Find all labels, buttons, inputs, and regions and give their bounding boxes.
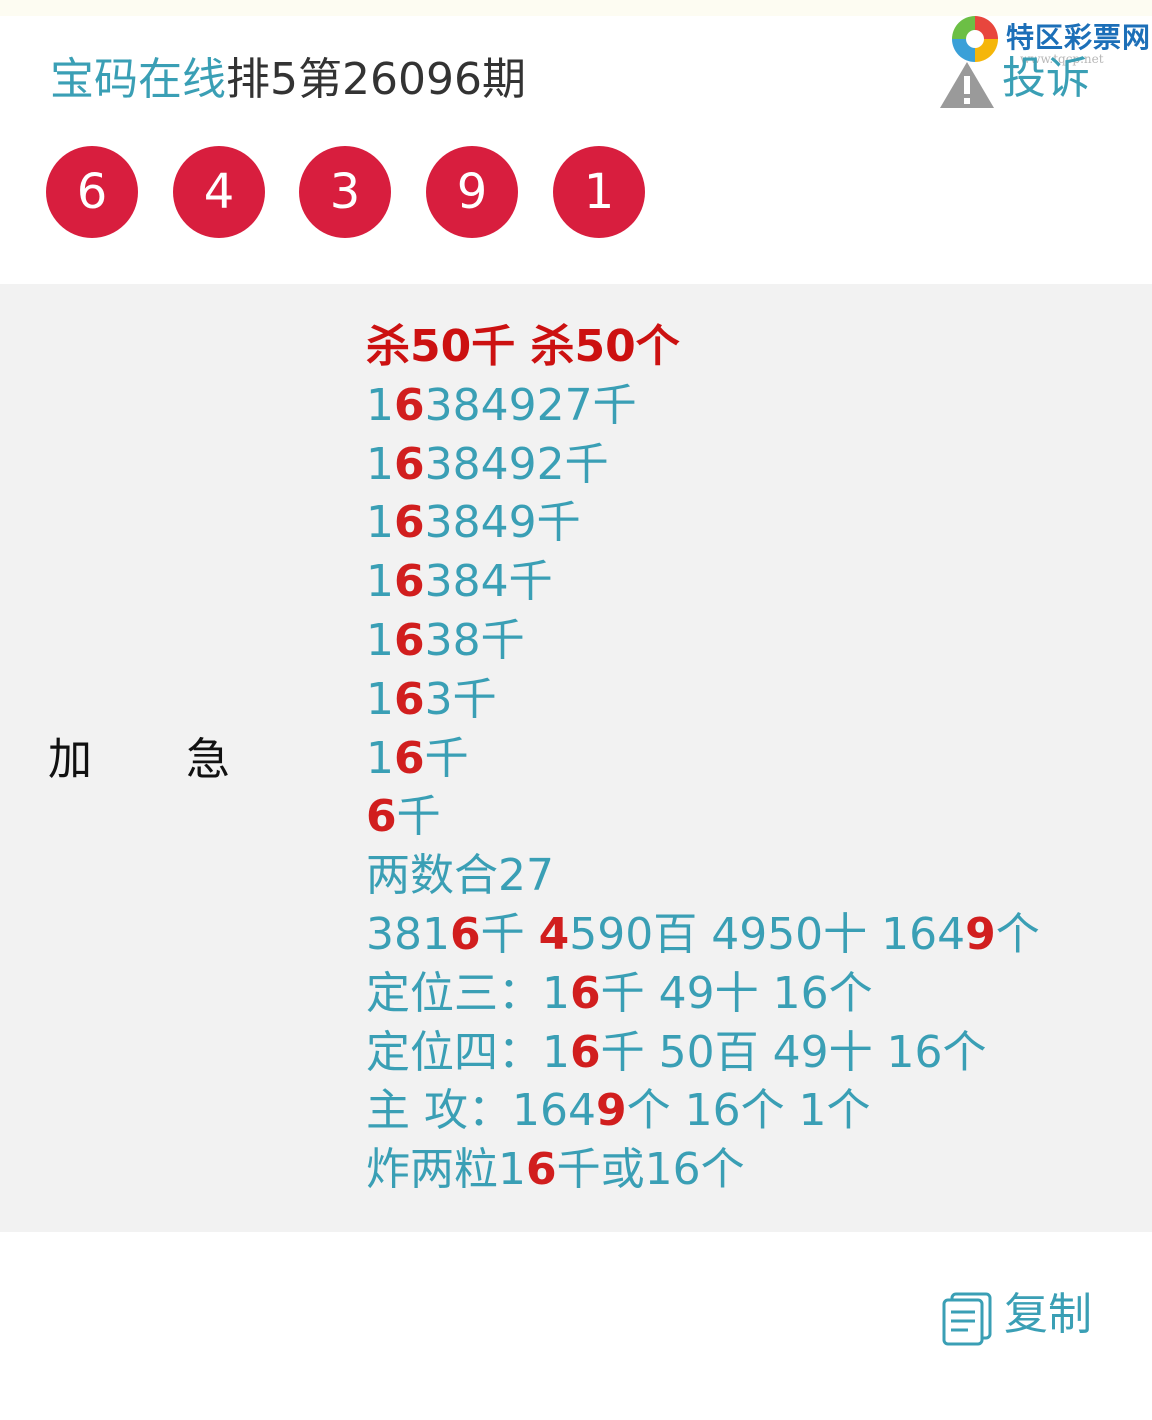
line-text: 38千 <box>424 614 525 666</box>
line-text: 1 <box>366 556 394 608</box>
prediction-line: 163千 <box>366 671 1040 730</box>
hit-digit: 4 <box>538 908 570 960</box>
hit-digit: 6 <box>570 1026 601 1078</box>
line-text: 1 <box>366 379 394 431</box>
prediction-line: 两数合27 <box>366 847 1040 906</box>
line-text: 千 <box>396 791 441 843</box>
line-text: 千 <box>480 908 539 960</box>
line-text: 千 49十 16个 <box>600 967 873 1019</box>
hit-digit: 6 <box>394 556 425 608</box>
line-text: 千 50百 49十 16个 <box>600 1026 987 1078</box>
hit-digit: 6 <box>449 908 481 960</box>
hit-digit: 6 <box>394 379 425 431</box>
prediction-line: 16384927千 <box>366 377 1040 436</box>
prediction-line: 3816千 4590百 4950十 1649个 <box>366 906 1040 965</box>
line-text: 590百 4950十 164 <box>569 908 966 960</box>
line-text: 杀50千 杀50个 <box>366 321 680 372</box>
prediction-panel: 加急 杀50千 杀50个 16384927千 1638492千 163849千 1638… <box>0 284 1152 1232</box>
prediction-line: 定位三：16千 49十 16个 <box>366 965 1040 1024</box>
line-text: 384927千 <box>424 379 637 431</box>
prediction-line: 163849千 <box>366 494 1040 553</box>
prediction-line: 1638千 <box>366 612 1040 671</box>
number-ball: 9 <box>426 146 518 238</box>
line-text: 1 <box>366 497 394 549</box>
line-text: 1 <box>366 673 394 725</box>
section-label-char: 急 <box>186 734 230 785</box>
line-text: 381 <box>366 908 450 960</box>
prediction-line: 定位四：16千 50百 49十 16个 <box>366 1024 1040 1083</box>
prediction-line: 杀50千 杀50个 <box>366 318 1040 377</box>
prediction-line: 1638492千 <box>366 436 1040 495</box>
line-text: 个 16个 1个 <box>626 1085 871 1137</box>
line-text: 3849千 <box>424 497 581 549</box>
copy-icon <box>942 1292 992 1346</box>
line-text: 炸两粒1 <box>366 1144 526 1196</box>
hit-digit: 6 <box>394 497 425 549</box>
prediction-line: 炸两粒16千或16个 <box>366 1141 1040 1200</box>
page-title: 宝码在线排5第26096期 <box>50 50 526 114</box>
line-text: 定位四：1 <box>366 1026 570 1078</box>
prediction-lines: 杀50千 杀50个 16384927千 1638492千 163849千 16384千 1… <box>366 318 1040 1200</box>
line-text: 两数合27 <box>366 850 554 902</box>
line-text: 384千 <box>424 556 553 608</box>
section-label-char: 加 <box>48 734 92 785</box>
prediction-line: 16千 <box>366 730 1040 789</box>
hit-digit: 6 <box>366 791 397 843</box>
hit-digit: 6 <box>394 614 425 666</box>
hit-digit: 6 <box>570 967 601 1019</box>
line-text: 千 <box>424 732 469 784</box>
hit-digit: 6 <box>394 438 425 490</box>
watermark-logo-icon <box>952 16 998 62</box>
hit-digit: 6 <box>394 732 425 784</box>
prediction-line: 16384千 <box>366 553 1040 612</box>
hit-digit: 9 <box>965 908 996 960</box>
hit-digit: 9 <box>595 1085 627 1137</box>
number-ball: 3 <box>299 146 391 238</box>
complain-label: 投诉 <box>1002 53 1090 104</box>
line-text: 1 <box>366 438 394 490</box>
line-text: 1 <box>366 614 394 666</box>
line-text: 1 <box>366 732 394 784</box>
site-name[interactable]: 宝码在线 <box>50 54 226 105</box>
number-ball: 4 <box>173 146 265 238</box>
line-text: 主 攻：164 <box>366 1085 596 1137</box>
line-text: 38492千 <box>424 438 609 490</box>
line-text: 定位三：1 <box>366 967 570 1019</box>
line-text: 千或16个 <box>556 1144 745 1196</box>
line-text: 3千 <box>424 673 497 725</box>
number-ball: 6 <box>46 146 138 238</box>
number-ball: 1 <box>553 146 645 238</box>
prediction-line: 主 攻：1649个 16个 1个 <box>366 1082 1040 1141</box>
prediction-line: 6千 <box>366 788 1040 847</box>
copy-label: 复制 <box>1004 1289 1092 1340</box>
line-text: 个 <box>995 908 1040 960</box>
hit-digit: 6 <box>526 1144 557 1196</box>
issue-title: 排5第26096期 <box>226 54 526 105</box>
hit-digit: 6 <box>394 673 425 725</box>
warning-icon <box>940 62 994 108</box>
section-label: 加急 <box>48 730 230 790</box>
